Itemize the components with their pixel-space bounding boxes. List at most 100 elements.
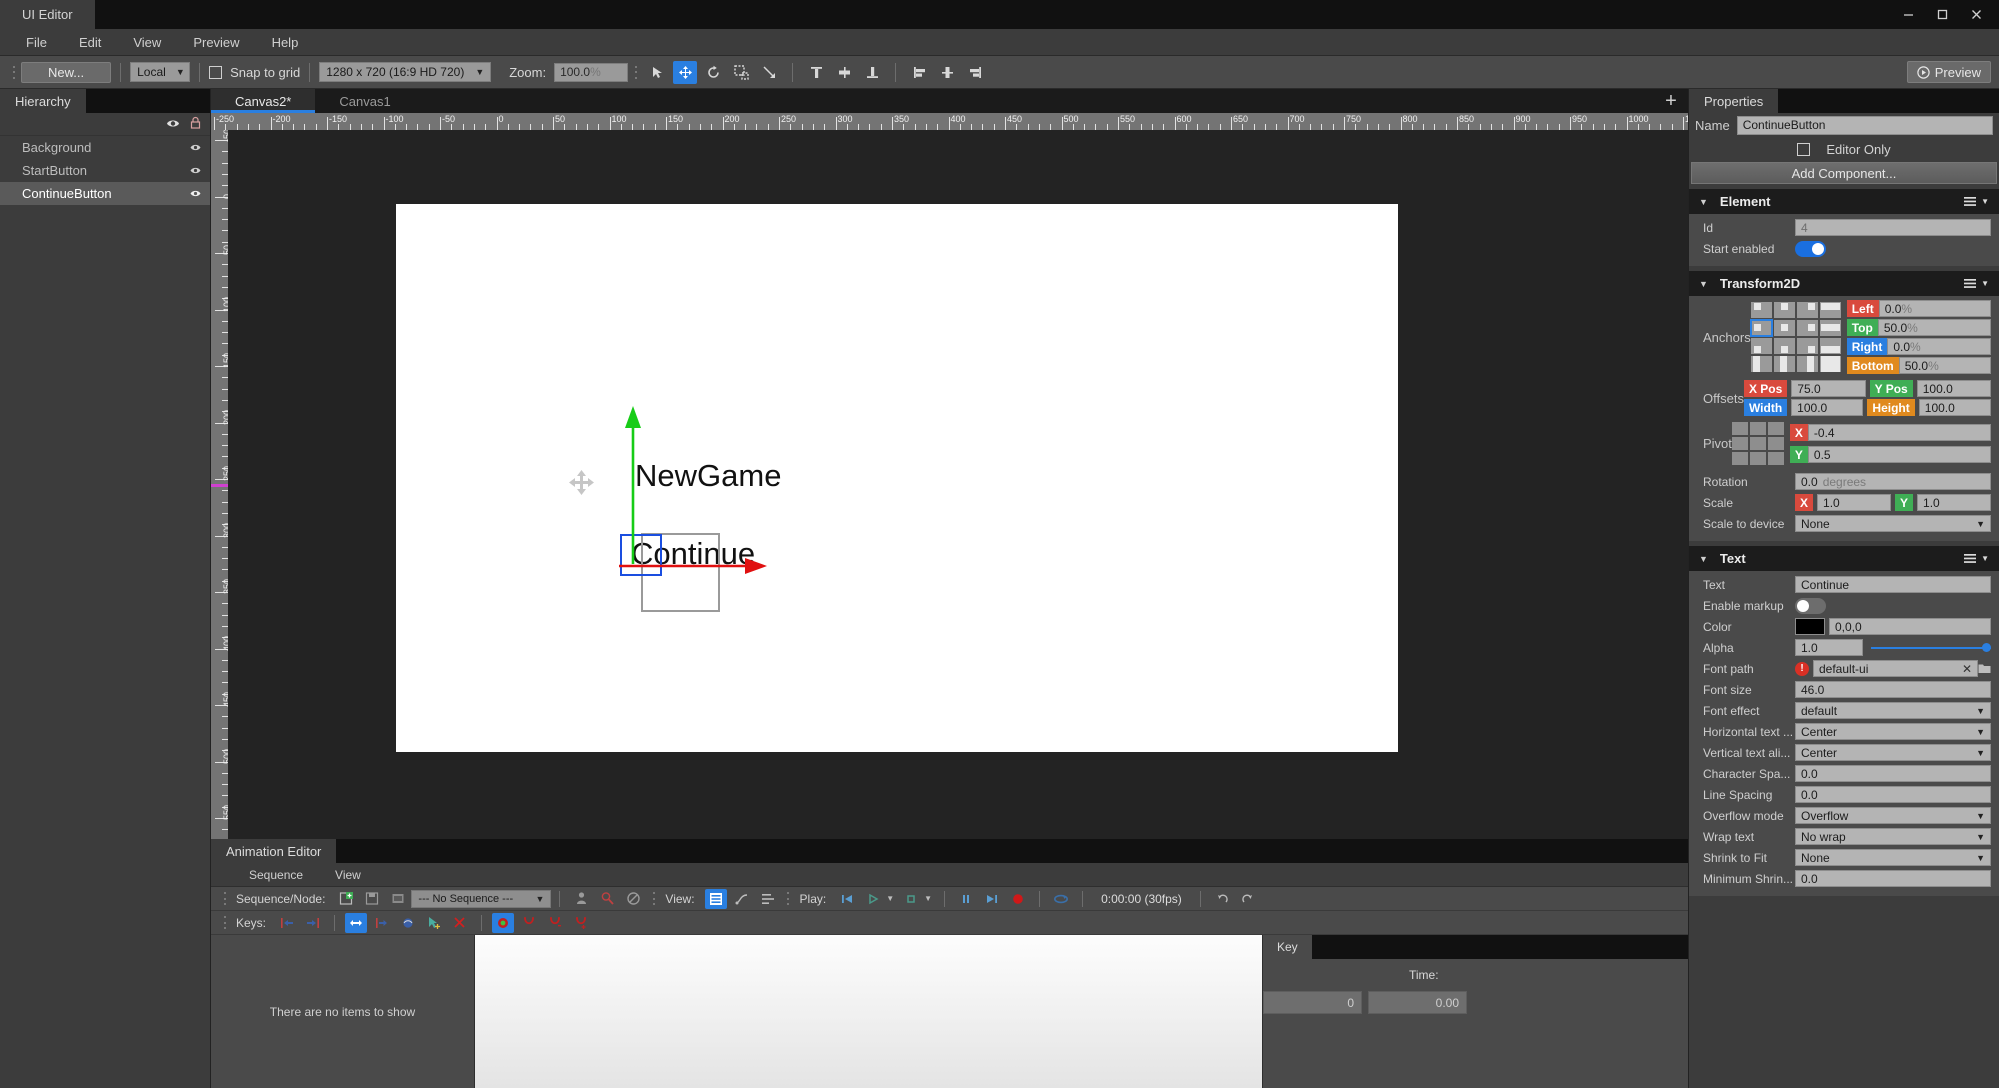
key-tangent-auto-icon[interactable]	[492, 912, 515, 933]
new-button[interactable]: New...	[21, 61, 112, 83]
rotation-field[interactable]: 0.0 degrees	[1795, 473, 1991, 490]
line-spacing-field[interactable]: 0.0	[1795, 786, 1991, 803]
clear-icon[interactable]: ✕	[1957, 662, 1972, 676]
ae-grip[interactable]	[221, 889, 228, 909]
width-field[interactable]: 100.0	[1791, 399, 1864, 416]
anchor-cell-1-0[interactable]	[1749, 319, 1773, 337]
key-slide-icon[interactable]	[371, 913, 393, 933]
anchor-cell-1-1[interactable]	[1773, 320, 1795, 336]
gizmo-y-axis[interactable]	[621, 404, 645, 564]
minimize-icon[interactable]	[1891, 0, 1925, 29]
name-input[interactable]: ContinueButton	[1736, 115, 1993, 135]
slider-knob[interactable]	[1982, 643, 1991, 652]
rotate-tool-icon[interactable]	[701, 61, 725, 84]
align-bottom-icon[interactable]	[860, 61, 884, 84]
section-menu-icon[interactable]: ▼	[1964, 196, 1989, 207]
pause-icon[interactable]	[955, 889, 977, 909]
resolution-select[interactable]: 1280 x 720 (16:9 HD 720) ▼	[319, 62, 492, 82]
anchors-grid[interactable]	[1749, 302, 1841, 372]
redo-icon[interactable]	[1237, 889, 1259, 909]
section-header-transform2d[interactable]: ▼ Transform2D ▼	[1689, 271, 1999, 296]
stop-icon[interactable]	[900, 889, 922, 909]
menu-edit[interactable]: Edit	[63, 35, 117, 50]
key-time-field[interactable]: 0.00	[1368, 991, 1467, 1014]
anchor-cell-0-3[interactable]	[1819, 302, 1841, 318]
add-canvas-button[interactable]: +	[1654, 89, 1688, 113]
align-top-icon[interactable]	[804, 61, 828, 84]
anchor-cell-2-3[interactable]	[1819, 338, 1841, 354]
key-frame-field[interactable]: 0	[1263, 991, 1362, 1014]
chevron-down-icon[interactable]: ▼	[1699, 197, 1708, 207]
editor-only-checkbox[interactable]: Editor Only	[1689, 137, 1999, 162]
pivot-y-field[interactable]: 0.5	[1807, 446, 1991, 463]
key-tangent-out-icon[interactable]	[544, 913, 566, 933]
font-size-field[interactable]: 46.0	[1795, 681, 1991, 698]
move-tool-icon[interactable]	[673, 60, 698, 84]
skip-to-end-icon[interactable]	[981, 889, 1003, 909]
toolbar-grip[interactable]	[10, 62, 17, 82]
align-vertical-center-icon[interactable]	[832, 61, 856, 84]
ypos-field[interactable]: 100.0	[1916, 380, 1992, 397]
tab-canvas2[interactable]: Canvas2*	[211, 89, 316, 113]
key-move-icon[interactable]	[345, 912, 368, 933]
key-prev-icon[interactable]	[276, 913, 298, 933]
pivot-cell-0-2[interactable]	[1767, 422, 1784, 435]
hierarchy-item-background[interactable]: Background	[0, 136, 210, 159]
valign-select[interactable]: Center ▼	[1795, 744, 1991, 761]
anchor-cell-1-2[interactable]	[1796, 320, 1818, 336]
lock-icon[interactable]	[190, 116, 201, 132]
anchor-tool-icon[interactable]	[757, 61, 781, 84]
anchor-cell-1-3[interactable]	[1819, 320, 1841, 336]
canvas-viewport[interactable]: NewGame Continue	[228, 130, 1688, 839]
anchor-cell-0-2[interactable]	[1796, 302, 1818, 318]
close-icon[interactable]	[1959, 0, 1993, 29]
pivot-grid[interactable]	[1731, 422, 1784, 465]
key-add-icon[interactable]	[423, 913, 445, 933]
coord-space-select[interactable]: Local ▼	[130, 62, 191, 82]
section-header-text[interactable]: ▼ Text ▼	[1689, 546, 1999, 571]
hierarchy-item-continuebutton[interactable]: ContinueButton	[0, 182, 210, 205]
browse-folder-icon[interactable]	[1978, 661, 1991, 676]
pivot-cell-1-1[interactable]	[1749, 437, 1766, 450]
min-shrink-field[interactable]: 0.0	[1795, 870, 1991, 887]
top-field[interactable]: 50.0%	[1877, 319, 1991, 336]
key-delete-icon[interactable]	[449, 913, 471, 933]
preview-button[interactable]: Preview	[1906, 61, 1991, 83]
anchor-cell-0-1[interactable]	[1773, 302, 1795, 318]
canvas-element-newgame[interactable]: NewGame	[635, 458, 781, 494]
key-tangent-step-icon[interactable]	[570, 913, 592, 933]
tab-hierarchy[interactable]: Hierarchy	[0, 89, 86, 113]
pivot-cell-1-0[interactable]	[1731, 437, 1748, 450]
overflow-select[interactable]: Overflow ▼	[1795, 807, 1991, 824]
maximize-icon[interactable]	[1925, 0, 1959, 29]
gizmo-x-axis[interactable]	[619, 554, 769, 578]
pivot-cell-2-2[interactable]	[1767, 452, 1784, 465]
align-right-icon[interactable]	[963, 61, 987, 84]
chevron-down-icon[interactable]: ▼	[1699, 279, 1708, 289]
zoom-input[interactable]: 100.0%	[554, 62, 629, 82]
animation-timeline-track[interactable]	[475, 935, 1263, 1088]
dopesheet-view-icon[interactable]	[704, 888, 727, 909]
curve-view-icon[interactable]	[731, 889, 753, 909]
scale-to-device-select[interactable]: None ▼	[1795, 515, 1991, 532]
anchor-cell-2-0[interactable]	[1750, 338, 1772, 354]
pivot-cell-1-2[interactable]	[1767, 437, 1784, 450]
section-header-element[interactable]: ▼ Element ▼	[1689, 189, 1999, 214]
pivot-cell-2-1[interactable]	[1749, 452, 1766, 465]
pivot-cell-0-0[interactable]	[1731, 422, 1748, 435]
snap-to-grid-checkbox[interactable]: Snap to grid	[209, 65, 300, 80]
tab-properties[interactable]: Properties	[1689, 89, 1779, 113]
select-tool-icon[interactable]	[645, 61, 669, 84]
anchor-cell-2-2[interactable]	[1796, 338, 1818, 354]
list-view-icon[interactable]	[757, 889, 779, 909]
key-tangent-in-icon[interactable]	[518, 913, 540, 933]
enable-markup-toggle[interactable]	[1795, 597, 1826, 614]
bottom-field[interactable]: 50.0%	[1898, 357, 1991, 374]
left-field[interactable]: 0.0%	[1878, 300, 1991, 317]
char-spacing-field[interactable]: 0.0	[1795, 765, 1991, 782]
play-dropdown-caret[interactable]: ▼	[886, 894, 894, 903]
shrink-select[interactable]: None ▼	[1795, 849, 1991, 866]
alpha-field[interactable]: 1.0	[1795, 639, 1863, 656]
tab-canvas1[interactable]: Canvas1	[315, 89, 415, 113]
key-next-icon[interactable]	[302, 913, 324, 933]
